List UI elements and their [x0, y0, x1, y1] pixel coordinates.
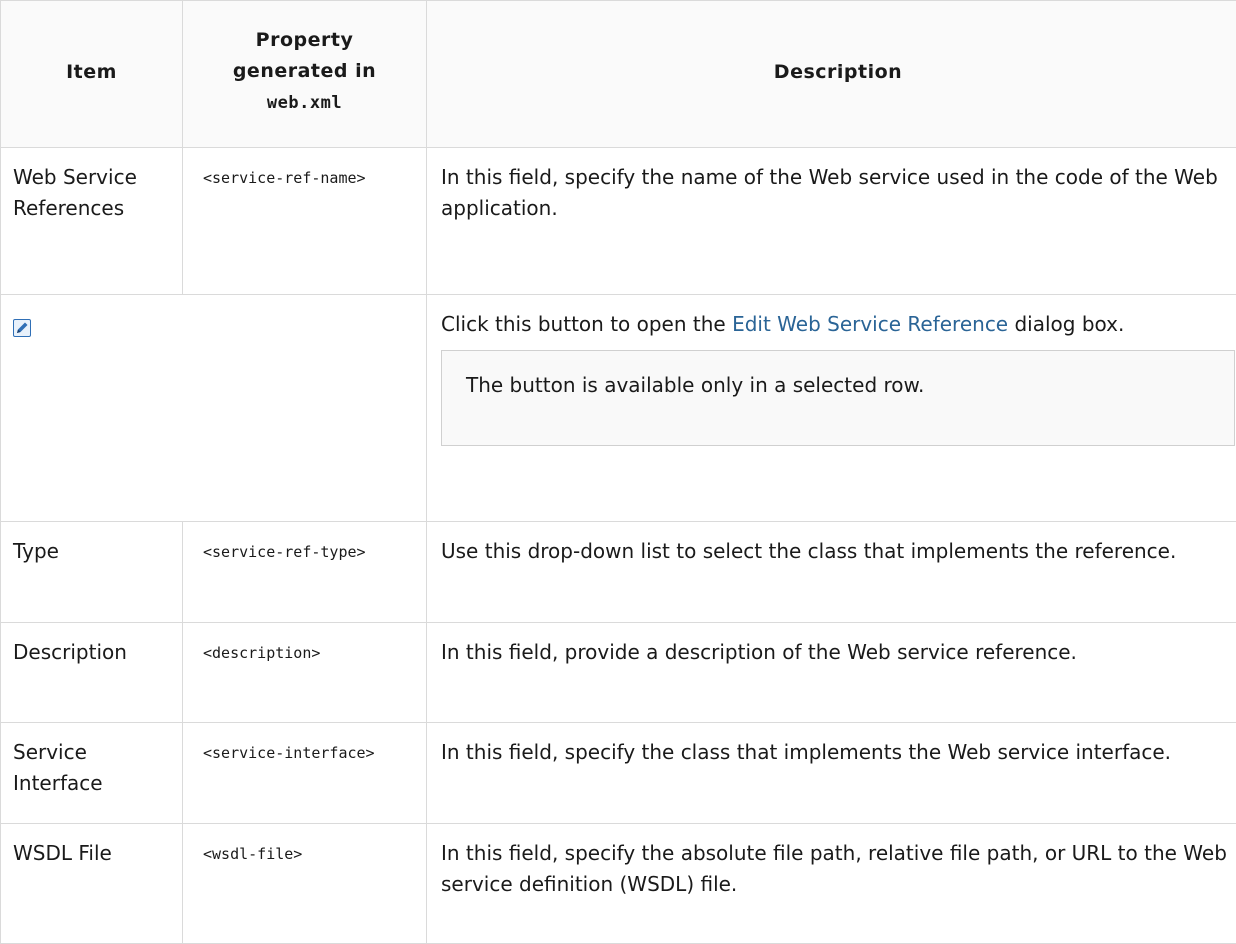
row-description: In this field, specify the class that im… [427, 723, 1236, 824]
row-item-icon-cell [1, 295, 427, 522]
row-property: <service-ref-type> [183, 522, 427, 623]
table-row: Description <description> In this field,… [1, 623, 1236, 723]
table-row: WSDL File <wsdl-file> In this field, spe… [1, 824, 1236, 944]
table-row: Service Interface <service-interface> In… [1, 723, 1236, 824]
row-property: <wsdl-file> [183, 824, 427, 944]
table-row: Type <service-ref-type> Use this drop-do… [1, 522, 1236, 623]
row-property: <service-interface> [183, 723, 427, 824]
row-item: Web Service References [1, 148, 183, 295]
header-item: Item [1, 1, 183, 148]
header-description: Description [427, 1, 1236, 148]
note-box: The button is available only in a select… [441, 350, 1235, 446]
row-item: Type [1, 522, 183, 623]
row-property: <description> [183, 623, 427, 723]
row-item: Service Interface [1, 723, 183, 824]
edit-icon[interactable] [13, 315, 31, 333]
row-description: In this field, specify the absolute file… [427, 824, 1236, 944]
row-item: Description [1, 623, 183, 723]
header-property-code: web.xml [267, 93, 342, 113]
note-text: The button is available only in a select… [466, 373, 924, 397]
row-description: Click this button to open the Edit Web S… [427, 295, 1236, 522]
header-property: Property generated in web.xml [183, 1, 427, 148]
properties-table: Item Property generated in web.xml Descr… [0, 0, 1236, 944]
table-header-row: Item Property generated in web.xml Descr… [1, 1, 1236, 148]
row-item: WSDL File [1, 824, 183, 944]
table-row: Web Service References <service-ref-name… [1, 148, 1236, 295]
row-description: Use this drop-down list to select the cl… [427, 522, 1236, 623]
row-description: In this field, specify the name of the W… [427, 148, 1236, 295]
table-row: Click this button to open the Edit Web S… [1, 295, 1236, 522]
row-property: <service-ref-name> [183, 148, 427, 295]
row-description: In this field, provide a description of … [427, 623, 1236, 723]
edit-web-service-reference-link[interactable]: Edit Web Service Reference [732, 312, 1008, 336]
